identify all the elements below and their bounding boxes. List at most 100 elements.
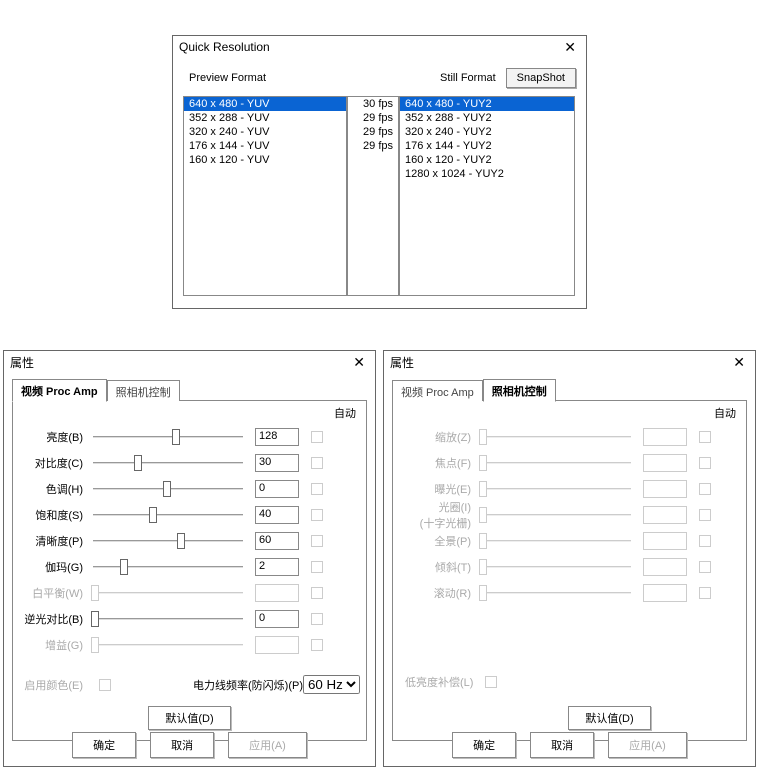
still-format-listbox[interactable]: 640 x 480 - YUY2352 x 288 - YUY2320 x 24… bbox=[399, 96, 575, 296]
slider-auto-checkbox[interactable] bbox=[311, 561, 323, 573]
list-item[interactable]: 30 fps bbox=[348, 97, 398, 111]
close-icon[interactable]: ✕ bbox=[729, 354, 749, 371]
slider-value[interactable]: 2 bbox=[255, 558, 299, 576]
camera-default-row: 默认值(D) bbox=[393, 706, 746, 730]
tab-proc-amp[interactable]: 视频 Proc Amp bbox=[392, 380, 483, 402]
camera-bottom-controls: 低亮度补偿(L) bbox=[399, 674, 740, 690]
auto-column-label: 自动 bbox=[334, 405, 356, 421]
low-light-label: 低亮度补偿(L) bbox=[399, 674, 473, 690]
apply-button[interactable]: 应用(A) bbox=[228, 732, 307, 758]
slider-value[interactable]: 40 bbox=[255, 506, 299, 524]
slider-auto-checkbox[interactable] bbox=[311, 535, 323, 547]
list-item[interactable]: 640 x 480 - YUV bbox=[184, 97, 346, 111]
slider-label: 对比度(C) bbox=[19, 455, 87, 471]
format-header-row: Preview Format Still Format SnapShot bbox=[183, 66, 576, 90]
list-item[interactable]: 1280 x 1024 - YUY2 bbox=[400, 167, 574, 181]
fps-listbox[interactable]: 30 fps29 fps29 fps29 fps bbox=[347, 96, 399, 296]
slider-auto-checkbox[interactable] bbox=[311, 483, 323, 495]
slider-auto-checkbox[interactable] bbox=[699, 561, 711, 573]
tab-camera-control[interactable]: 照相机控制 bbox=[483, 379, 556, 402]
slider-auto-checkbox[interactable] bbox=[699, 535, 711, 547]
slider-auto-checkbox[interactable] bbox=[311, 587, 323, 599]
slider-label: 增益(G) bbox=[19, 637, 87, 653]
slider-value bbox=[255, 636, 299, 654]
list-item[interactable]: 29 fps bbox=[348, 125, 398, 139]
camera-dialog-buttons: 确定 取消 应用(A) bbox=[384, 732, 755, 758]
slider-auto-checkbox[interactable] bbox=[311, 613, 323, 625]
list-item[interactable]: 352 x 288 - YUY2 bbox=[400, 111, 574, 125]
camera-control-panel: 自动 缩放(Z)焦点(F)曝光(E)光圈(I)(十字光栅)全景(P)倾斜(T)滚… bbox=[392, 401, 747, 741]
slider-value[interactable]: 128 bbox=[255, 428, 299, 446]
ok-button[interactable]: 确定 bbox=[452, 732, 516, 758]
list-item[interactable]: 160 x 120 - YUV bbox=[184, 153, 346, 167]
list-item[interactable]: 352 x 288 - YUV bbox=[184, 111, 346, 125]
apply-button[interactable]: 应用(A) bbox=[608, 732, 687, 758]
slider-auto-checkbox[interactable] bbox=[699, 587, 711, 599]
default-button[interactable]: 默认值(D) bbox=[148, 706, 230, 730]
powerline-select[interactable]: 60 Hz bbox=[303, 675, 360, 694]
ok-button[interactable]: 确定 bbox=[72, 732, 136, 758]
auto-column-label: 自动 bbox=[714, 405, 736, 421]
slider-auto-checkbox[interactable] bbox=[311, 639, 323, 651]
slider bbox=[479, 507, 633, 523]
properties-proc-amp-window: 属性 ✕ 视频 Proc Amp 照相机控制 自动 亮度(B)128对比度(C)… bbox=[3, 350, 376, 767]
slider[interactable] bbox=[91, 507, 245, 523]
preview-format-listbox[interactable]: 640 x 480 - YUV352 x 288 - YUV320 x 240 … bbox=[183, 96, 347, 296]
slider-row: 色调(H) 0 bbox=[19, 477, 360, 501]
slider-row: 曝光(E) bbox=[399, 477, 740, 501]
list-item[interactable]: 29 fps bbox=[348, 139, 398, 153]
slider-label: 焦点(F) bbox=[399, 455, 475, 471]
slider-auto-checkbox[interactable] bbox=[311, 431, 323, 443]
slider[interactable] bbox=[91, 481, 245, 497]
low-light-checkbox[interactable] bbox=[485, 676, 497, 688]
slider-value[interactable]: 0 bbox=[255, 610, 299, 628]
slider-value[interactable]: 30 bbox=[255, 454, 299, 472]
slider-value bbox=[643, 532, 687, 550]
slider-auto-checkbox[interactable] bbox=[699, 431, 711, 443]
slider-row: 滚动(R) bbox=[399, 581, 740, 605]
slider-value bbox=[643, 584, 687, 602]
slider bbox=[479, 533, 633, 549]
slider-row: 清晰度(P)60 bbox=[19, 529, 360, 553]
slider-label: 色调(H) bbox=[19, 481, 87, 497]
slider[interactable] bbox=[91, 559, 245, 575]
slider-auto-checkbox[interactable] bbox=[699, 483, 711, 495]
tab-camera-control[interactable]: 照相机控制 bbox=[107, 380, 180, 402]
slider-value bbox=[643, 558, 687, 576]
list-item[interactable]: 176 x 144 - YUV bbox=[184, 139, 346, 153]
tab-proc-amp[interactable]: 视频 Proc Amp bbox=[12, 379, 107, 402]
slider-row: 对比度(C) 30 bbox=[19, 451, 360, 475]
slider[interactable] bbox=[91, 429, 245, 445]
slider[interactable] bbox=[91, 455, 245, 471]
list-item[interactable]: 176 x 144 - YUY2 bbox=[400, 139, 574, 153]
cancel-button[interactable]: 取消 bbox=[150, 732, 214, 758]
list-item[interactable]: 640 x 480 - YUY2 bbox=[400, 97, 574, 111]
slider bbox=[479, 429, 633, 445]
slider-value[interactable]: 0 bbox=[255, 480, 299, 498]
enable-color-checkbox[interactable] bbox=[99, 679, 111, 691]
slider-value bbox=[643, 480, 687, 498]
slider-auto-checkbox[interactable] bbox=[699, 457, 711, 469]
default-button[interactable]: 默认值(D) bbox=[568, 706, 650, 730]
snapshot-button[interactable]: SnapShot bbox=[506, 68, 576, 88]
close-icon[interactable]: ✕ bbox=[349, 354, 369, 371]
proc-amp-dialog-buttons: 确定 取消 应用(A) bbox=[4, 732, 375, 758]
slider[interactable] bbox=[91, 533, 245, 549]
slider-row: 白平衡(W) bbox=[19, 581, 360, 605]
cancel-button[interactable]: 取消 bbox=[530, 732, 594, 758]
still-format-label: Still Format bbox=[440, 72, 496, 84]
slider[interactable] bbox=[91, 611, 245, 627]
list-item[interactable]: 160 x 120 - YUY2 bbox=[400, 153, 574, 167]
slider-row: 缩放(Z) bbox=[399, 425, 740, 449]
slider-auto-checkbox[interactable] bbox=[311, 457, 323, 469]
close-icon[interactable]: ✕ bbox=[560, 39, 580, 56]
slider-value[interactable]: 60 bbox=[255, 532, 299, 550]
list-item[interactable]: 320 x 240 - YUV bbox=[184, 125, 346, 139]
list-item[interactable]: 320 x 240 - YUY2 bbox=[400, 125, 574, 139]
slider-row: 倾斜(T) bbox=[399, 555, 740, 579]
properties-tabs: 视频 Proc Amp 照相机控制 bbox=[12, 379, 367, 401]
slider-auto-checkbox[interactable] bbox=[311, 509, 323, 521]
slider-label: 光圈(I)(十字光栅) bbox=[399, 499, 475, 531]
slider-auto-checkbox[interactable] bbox=[699, 509, 711, 521]
list-item[interactable]: 29 fps bbox=[348, 111, 398, 125]
